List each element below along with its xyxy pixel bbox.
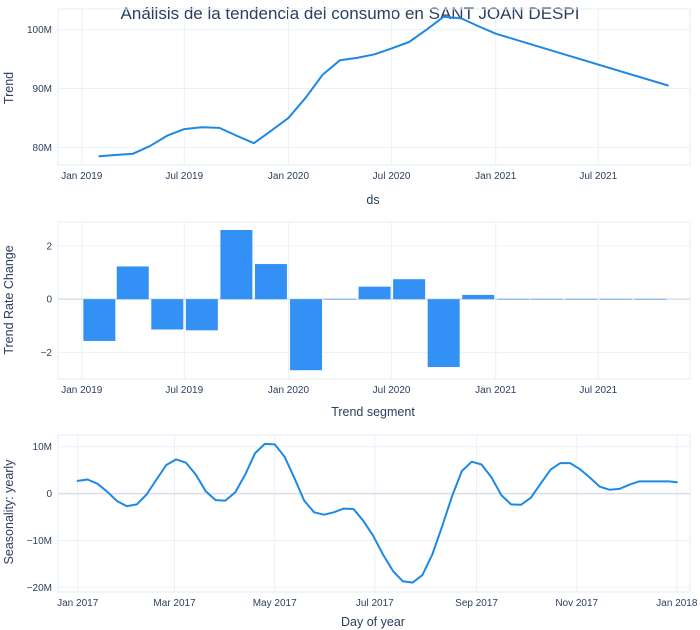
seasonality-x-axis-label: Day of year <box>341 615 405 629</box>
bar <box>290 299 323 371</box>
bar <box>358 286 391 300</box>
y-tick-label: 0 <box>46 489 52 500</box>
seasonality-y-axis-label: Seasonality: yearly <box>2 459 16 565</box>
x-tick-label: Jul 2017 <box>356 598 394 609</box>
bar <box>324 298 357 300</box>
bar <box>530 298 563 300</box>
y-tick-label: −20M <box>27 583 52 594</box>
y-tick-label: 100M <box>27 25 52 36</box>
figure: Análisis de la tendencia del consumo en … <box>2 4 698 629</box>
x-tick-label: Jan 2020 <box>268 385 310 396</box>
bar <box>497 298 530 300</box>
bar <box>185 299 218 331</box>
y-tick-label: −2 <box>41 348 53 359</box>
x-tick-label: Nov 2017 <box>555 598 598 609</box>
x-tick-label: Jan 2017 <box>57 598 99 609</box>
bar <box>427 299 460 368</box>
plot-area-frame <box>57 434 691 593</box>
x-tick-label: Mar 2017 <box>153 598 196 609</box>
x-tick-label: Jul 2019 <box>165 171 203 182</box>
bar <box>254 264 287 300</box>
x-tick-label: Jan 2018 <box>656 598 698 609</box>
bar <box>634 298 667 300</box>
x-tick-label: Jan 2019 <box>61 171 103 182</box>
trend-rate-x-axis-label: Trend segment <box>331 405 415 419</box>
bar <box>393 279 426 300</box>
trend-rate-change-panel: Jan 2019 Jul 2019 Jan 2020 Jul 2020 Jan 2021… <box>41 221 691 396</box>
x-tick-label: Sep 2017 <box>455 598 498 609</box>
y-tick-label: 80M <box>33 143 52 154</box>
x-tick-label: Jan 2021 <box>475 171 517 182</box>
trend-x-axis-label: ds <box>366 193 379 207</box>
yearly-seasonality-panel: Jan 2017 Mar 2017 May 2017 Jul 2017 Sep 2017… <box>27 434 698 609</box>
bar <box>220 229 253 300</box>
chart-title: Análisis de la tendencia del consumo en … <box>121 4 580 23</box>
bar <box>565 298 598 300</box>
x-tick-label: Jan 2020 <box>268 171 310 182</box>
x-tick-label: May 2017 <box>253 598 297 609</box>
x-tick-label: Jul 2020 <box>373 385 411 396</box>
bar <box>116 266 149 300</box>
y-tick-label: −10M <box>27 536 52 547</box>
trend-panel: Jan 2019 Jul 2019 Jan 2020 Jul 2020 Jan 2021… <box>27 8 691 182</box>
x-tick-label: Jul 2021 <box>579 171 617 182</box>
bar <box>599 298 632 300</box>
y-tick-label: 10M <box>33 442 52 453</box>
series-line <box>76 442 678 584</box>
x-tick-label: Jul 2019 <box>165 385 203 396</box>
x-tick-label: Jan 2019 <box>61 385 103 396</box>
x-tick-label: Jul 2020 <box>373 171 411 182</box>
x-tick-label: Jul 2021 <box>579 385 617 396</box>
trend-y-axis-label: Trend <box>2 72 16 104</box>
bar <box>151 299 184 330</box>
y-tick-label: 0 <box>46 295 52 306</box>
plot-area-frame <box>57 8 691 166</box>
x-tick-label: Jan 2021 <box>475 385 517 396</box>
bar <box>462 294 495 300</box>
trend-rate-y-axis-label: Trend Rate Change <box>2 245 16 354</box>
y-tick-label: 90M <box>33 84 52 95</box>
bar <box>83 299 116 341</box>
y-tick-label: 2 <box>46 241 52 252</box>
